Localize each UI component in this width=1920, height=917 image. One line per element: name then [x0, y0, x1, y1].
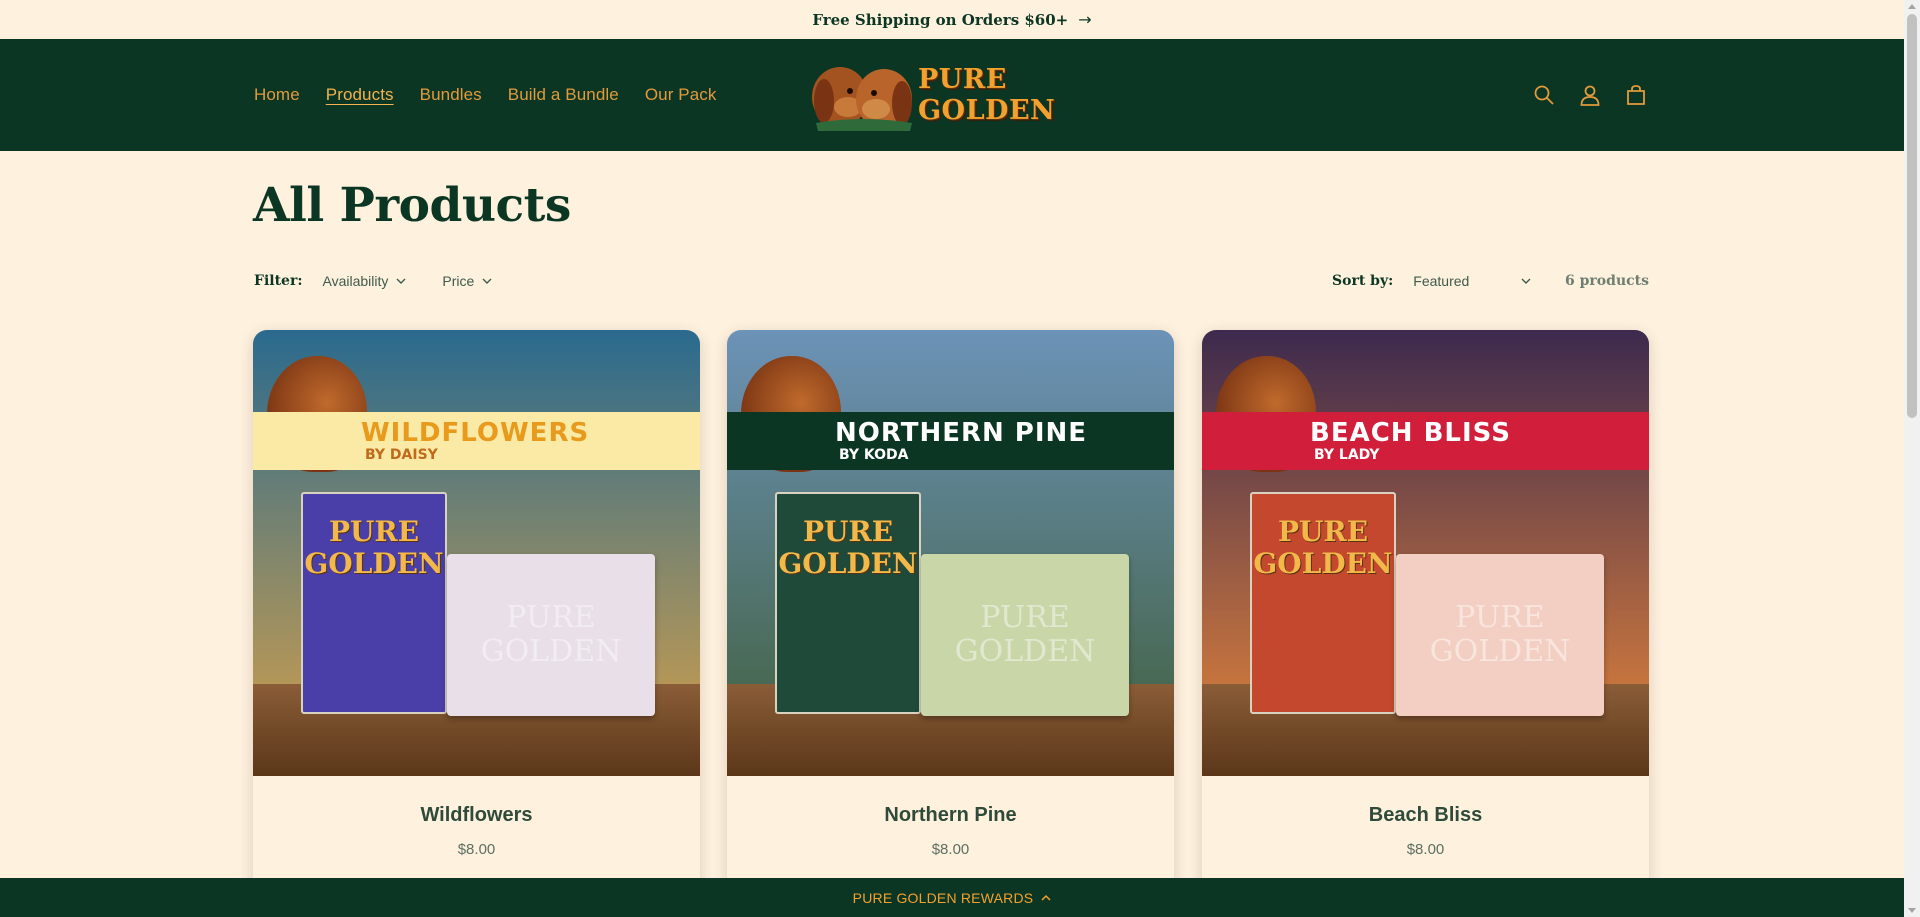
sort-control: Sort by: Featured [1332, 268, 1531, 294]
banner-subtitle: BY DAISY [365, 447, 438, 463]
product-banner: BEACH BLISS BY LADY [1202, 412, 1649, 470]
rewards-bar[interactable]: PURE GOLDEN REWARDS [0, 878, 1904, 917]
product-name[interactable]: Beach Bliss [1202, 804, 1649, 827]
announcement-bar[interactable]: Free Shipping on Orders $60+ → [0, 0, 1904, 39]
arrow-right-icon: → [1078, 10, 1092, 29]
header-icons [1532, 39, 1648, 151]
page-title: All Products [253, 178, 571, 233]
soap-text-1: PURE [1455, 600, 1545, 635]
product-image[interactable]: WILDFLOWERS BY DAISY PURE GOLDEN PURE GO… [253, 330, 700, 776]
main-nav: Home Products Bundles Build a Bundle Our… [254, 39, 716, 151]
filter-price-label: Price [442, 273, 475, 289]
chevron-down-icon [482, 278, 492, 284]
sort-value: Featured [1413, 273, 1470, 289]
logo-dogs-icon [802, 57, 922, 133]
site-logo[interactable]: PURE GOLDEN [802, 57, 1102, 133]
filter-availability-dropdown[interactable]: Availability [323, 273, 407, 289]
product-image[interactable]: BEACH BLISS BY LADY PURE GOLDEN PURE GOL… [1202, 330, 1649, 776]
soap-box: PURE GOLDEN [775, 492, 921, 714]
box-text-2: GOLDEN [778, 547, 918, 580]
product-image[interactable]: NORTHERN PINE BY KODA PURE GOLDEN PURE G… [727, 330, 1174, 776]
soap-box: PURE GOLDEN [1250, 492, 1396, 714]
soap-bar: PURE GOLDEN [447, 554, 655, 716]
filter-bar: Filter: Availability Price [254, 268, 528, 294]
scroll-up-arrow-icon[interactable] [1908, 4, 1916, 9]
product-name[interactable]: Northern Pine [727, 804, 1174, 827]
nav-home[interactable]: Home [254, 85, 300, 105]
banner-subtitle: BY LADY [1314, 447, 1380, 463]
soap-text-1: PURE [980, 600, 1070, 635]
soap-text-2: GOLDEN [954, 634, 1096, 669]
product-info: Wildflowers $8.00 [253, 776, 700, 858]
product-card-wildflowers[interactable]: WILDFLOWERS BY DAISY PURE GOLDEN PURE GO… [253, 330, 700, 917]
rewards-label: PURE GOLDEN REWARDS [852, 889, 1034, 906]
product-price: $8.00 [1406, 841, 1445, 858]
soap-text-1: PURE [506, 600, 596, 635]
product-info: Northern Pine $8.00 [727, 776, 1174, 858]
product-name[interactable]: Wildflowers [253, 804, 700, 827]
cart-icon[interactable] [1624, 83, 1648, 107]
site-header: Home Products Bundles Build a Bundle Our… [0, 39, 1904, 151]
sort-select[interactable]: Featured [1413, 273, 1531, 289]
box-text-2: GOLDEN [1253, 547, 1393, 580]
product-count: 6 products [1565, 273, 1649, 289]
box-text-2: GOLDEN [304, 547, 444, 580]
box-text-1: PURE [1277, 515, 1369, 548]
nav-bundles[interactable]: Bundles [420, 85, 482, 105]
product-price: $8.00 [457, 841, 496, 858]
box-text-1: PURE [328, 515, 420, 548]
banner-title: WILDFLOWERS [361, 418, 590, 448]
product-card-beach-bliss[interactable]: BEACH BLISS BY LADY PURE GOLDEN PURE GOL… [1202, 330, 1649, 917]
account-icon[interactable] [1578, 83, 1602, 107]
announcement-text[interactable]: Free Shipping on Orders $60+ [812, 11, 1068, 29]
soap-text-2: GOLDEN [480, 634, 622, 669]
product-info: Beach Bliss $8.00 [1202, 776, 1649, 858]
filter-availability-label: Availability [322, 273, 389, 289]
page-scrollbar[interactable] [1904, 0, 1920, 917]
scroll-down-arrow-icon[interactable] [1908, 908, 1916, 913]
soap-box: PURE GOLDEN [301, 492, 447, 714]
product-card-northern-pine[interactable]: NORTHERN PINE BY KODA PURE GOLDEN PURE G… [727, 330, 1174, 917]
chevron-down-icon [1521, 278, 1531, 284]
box-text-1: PURE [802, 515, 894, 548]
nav-our-pack[interactable]: Our Pack [645, 85, 717, 105]
soap-text-2: GOLDEN [1429, 634, 1571, 669]
product-price: $8.00 [931, 841, 970, 858]
logo-text: PURE GOLDEN [918, 64, 1056, 126]
soap-bar: PURE GOLDEN [921, 554, 1129, 716]
banner-subtitle: BY KODA [839, 447, 909, 463]
nav-products[interactable]: Products [326, 85, 394, 105]
filter-label: Filter: [254, 273, 303, 289]
product-banner: WILDFLOWERS BY DAISY [253, 412, 700, 470]
chevron-up-icon [1041, 894, 1051, 901]
banner-title: NORTHERN PINE [835, 418, 1088, 448]
banner-title: BEACH BLISS [1310, 418, 1511, 448]
scrollbar-thumb[interactable] [1907, 14, 1917, 418]
search-icon[interactable] [1532, 83, 1556, 107]
soap-bar: PURE GOLDEN [1396, 554, 1604, 716]
chevron-down-icon [396, 278, 406, 284]
filter-price-dropdown[interactable]: Price [442, 273, 492, 289]
nav-build-a-bundle[interactable]: Build a Bundle [508, 85, 619, 105]
product-banner: NORTHERN PINE BY KODA [727, 412, 1174, 470]
sort-label: Sort by: [1332, 273, 1394, 289]
